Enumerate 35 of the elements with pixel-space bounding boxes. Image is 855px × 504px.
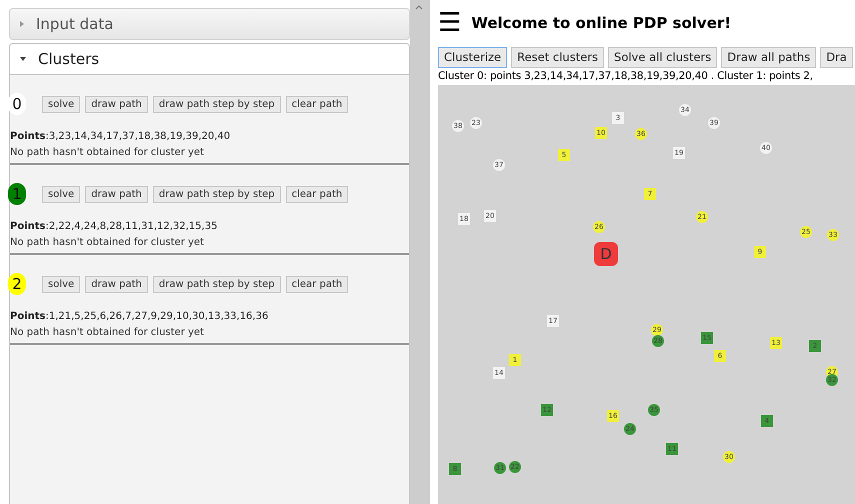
depot-marker: D (594, 242, 618, 266)
cluster-action-button[interactable]: draw path (85, 186, 148, 202)
cluster-action-button[interactable]: clear path (286, 186, 348, 202)
cluster-action-button[interactable]: draw path step by step (152, 186, 281, 202)
accordion-header[interactable]: Clusters (9, 43, 410, 75)
toolbar-button[interactable]: Reset clusters (511, 47, 604, 68)
cluster-points: Points:1,21,5,25,6,26,7,27,9,29,10,30,13,33,16,36 (10, 310, 270, 324)
cluster-action-button[interactable]: draw path step by step (152, 276, 281, 292)
cluster-status: No path hasn't obtained for cluster yet (10, 236, 205, 250)
cluster-action-button[interactable]: draw path (85, 96, 148, 112)
cluster-points: Points:2,22,4,24,8,28,11,31,12,32,15,35 (10, 220, 218, 234)
toolbar-button[interactable]: Solve all clusters (608, 47, 718, 68)
collapse-triangle-icon (20, 57, 26, 61)
cluster-action-button[interactable]: solve (42, 276, 80, 292)
toolbar-button[interactable]: Clusterize (438, 47, 508, 68)
page-title: Welcome to online PDP solver! (471, 12, 732, 34)
cluster-number: 0 (8, 93, 26, 115)
cluster-action-button[interactable]: solve (42, 186, 80, 202)
cluster-action-button[interactable]: draw path step by step (152, 96, 281, 112)
toolbar-button[interactable]: Draw all paths (721, 47, 816, 68)
accordion-header[interactable]: Input data (9, 8, 410, 40)
menu-icon[interactable]: ☰ (438, 10, 462, 36)
cluster-status: No path hasn't obtained for cluster yet (10, 326, 205, 340)
cluster-status: No path hasn't obtained for cluster yet (10, 146, 205, 160)
toolbar-button[interactable]: Dra (820, 47, 853, 68)
cluster-action-button[interactable]: draw path (85, 276, 148, 292)
cluster-number: 2 (8, 273, 26, 295)
cluster-action-button[interactable]: solve (42, 96, 80, 112)
cluster-action-button[interactable]: clear path (286, 276, 348, 292)
cluster-summary: Cluster 0: points 3,23,14,34,17,37,18,38,19,39,20,40 . Cluster 1: points 2, (438, 69, 813, 84)
expand-triangle-icon (20, 21, 24, 27)
scroll-up-icon[interactable] (415, 5, 423, 10)
cluster-points: Points:3,23,14,34,17,37,18,38,19,39,20,40 (10, 130, 232, 144)
cluster-action-button[interactable]: clear path (286, 96, 348, 112)
cluster-number: 1 (8, 183, 26, 205)
